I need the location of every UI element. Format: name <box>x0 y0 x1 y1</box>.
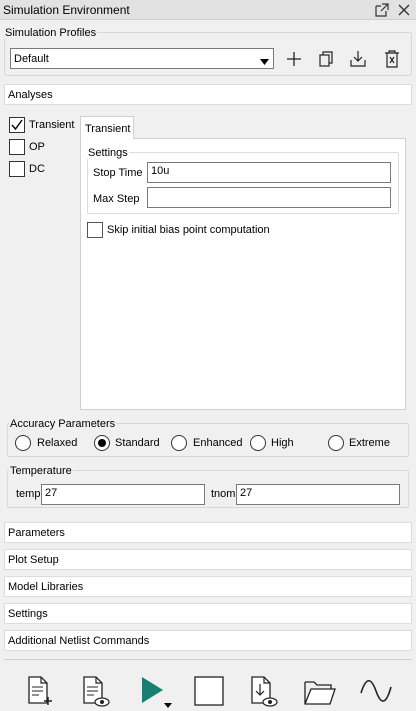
settings-legend: Settings <box>87 147 129 159</box>
relaxed-radio[interactable] <box>15 435 31 451</box>
view-netlist-icon[interactable] <box>77 673 113 709</box>
import-view-icon[interactable] <box>245 673 281 709</box>
dc-checkbox[interactable] <box>9 161 25 177</box>
section-label: Settings <box>8 608 48 620</box>
tab-transient-label: Transient <box>85 123 131 135</box>
checkmark-icon <box>11 119 23 131</box>
skip-bias-checkbox[interactable] <box>87 222 103 238</box>
op-checkbox[interactable] <box>9 139 25 155</box>
profiles-legend: Simulation Profiles <box>4 27 98 39</box>
new-netlist-icon[interactable] <box>22 673 58 709</box>
divider <box>4 659 412 660</box>
relaxed-label: Relaxed <box>37 437 78 449</box>
tnom-label: tnom <box>211 488 236 500</box>
accuracy-legend: Accuracy Parameters <box>9 418 117 430</box>
skip-bias-label: Skip initial bias point computation <box>107 224 270 236</box>
open-folder-icon[interactable] <box>302 673 338 709</box>
waveform-icon[interactable] <box>358 673 394 709</box>
tnom-input[interactable]: 27 <box>236 484 400 505</box>
max-step-input[interactable] <box>147 187 391 208</box>
temperature-legend: Temperature <box>9 465 73 477</box>
transient-label: Transient <box>29 119 75 131</box>
section-additional-netlist[interactable]: Additional Netlist Commands <box>4 630 412 651</box>
chevron-down-icon <box>260 56 269 68</box>
transient-checkbox[interactable] <box>9 117 25 133</box>
undock-icon[interactable] <box>373 1 391 19</box>
section-model-libraries[interactable]: Model Libraries <box>4 576 412 597</box>
section-label: Plot Setup <box>8 554 59 566</box>
add-profile-icon[interactable] <box>283 48 305 70</box>
analyses-header[interactable]: Analyses <box>4 84 412 105</box>
extreme-radio[interactable] <box>328 435 344 451</box>
analyses-header-label: Analyses <box>8 89 53 101</box>
section-label: Parameters <box>8 527 65 539</box>
run-icon[interactable] <box>135 673 172 709</box>
enhanced-radio[interactable] <box>171 435 187 451</box>
stop-icon[interactable] <box>191 673 227 709</box>
section-parameters[interactable]: Parameters <box>4 522 412 543</box>
close-icon[interactable] <box>395 1 413 19</box>
temp-input[interactable]: 27 <box>41 484 205 505</box>
section-plot-setup[interactable]: Plot Setup <box>4 549 412 570</box>
title-bar: Simulation Environment <box>0 0 416 20</box>
tnom-value: 27 <box>240 487 253 499</box>
duplicate-profile-icon[interactable] <box>315 48 337 70</box>
delete-profile-icon[interactable] <box>381 48 403 70</box>
section-settings[interactable]: Settings <box>4 603 412 624</box>
op-label: OP <box>29 141 45 153</box>
standard-radio[interactable] <box>94 435 110 451</box>
extreme-label: Extreme <box>349 437 390 449</box>
save-profile-icon[interactable] <box>347 48 369 70</box>
temp-label: temp <box>16 488 41 500</box>
stop-time-input[interactable]: 10u <box>147 162 391 183</box>
section-label: Model Libraries <box>8 581 84 593</box>
dc-label: DC <box>29 163 45 175</box>
high-radio[interactable] <box>250 435 266 451</box>
max-step-label: Max Step <box>93 193 140 205</box>
profile-select-value: Default <box>14 53 49 65</box>
stop-time-value: 10u <box>151 165 170 177</box>
standard-label: Standard <box>115 437 160 449</box>
temp-value: 27 <box>45 487 58 499</box>
tab-transient[interactable]: Transient <box>80 116 134 139</box>
stop-time-label: Stop Time <box>93 167 143 179</box>
profile-select[interactable]: Default <box>10 48 274 69</box>
window-title: Simulation Environment <box>3 3 130 17</box>
section-label: Additional Netlist Commands <box>8 635 150 647</box>
high-label: High <box>271 437 294 449</box>
enhanced-label: Enhanced <box>193 437 243 449</box>
